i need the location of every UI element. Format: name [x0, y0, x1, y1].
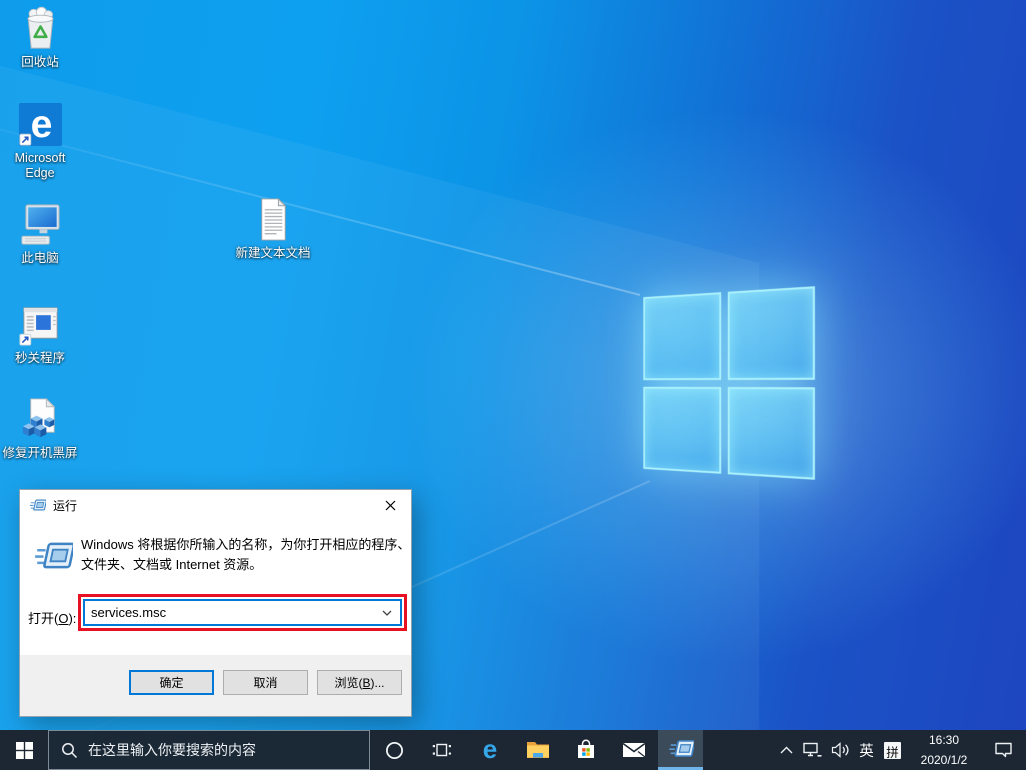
desktop-icon-label: 此电脑: [21, 251, 59, 265]
svg-text:e: e: [30, 103, 52, 146]
close-icon[interactable]: [369, 491, 411, 520]
registry-file-icon: [22, 397, 55, 438]
search-icon: [62, 742, 78, 758]
desktop-icon-quick-close-app[interactable]: 秒关程序: [1, 301, 79, 366]
system-tray: 英 拼 16:30 2020/1/2: [773, 730, 1024, 770]
run-dialog-footer: 确定 取消 浏览(B)...: [20, 655, 411, 716]
run-icon: [668, 740, 694, 757]
taskbar: 在这里输入你要搜索的内容 e 英 拼 16:30 2020/1/2: [0, 730, 1026, 770]
action-center-icon: [994, 742, 1012, 758]
text-document-icon: [260, 197, 286, 241]
clock-date: 2020/1/2: [920, 753, 968, 767]
volume-button[interactable]: [826, 730, 854, 770]
network-status-button[interactable]: [799, 730, 826, 770]
run-icon: [29, 499, 46, 511]
search-placeholder: 在这里输入你要搜索的内容: [88, 742, 256, 758]
run-dialog-title: 运行: [53, 498, 78, 513]
cancel-button[interactable]: 取消: [223, 670, 308, 695]
run-dialog-titlebar: 运行: [20, 490, 411, 520]
network-icon: [803, 742, 822, 757]
run-command-combobox[interactable]: services.msc: [83, 599, 402, 626]
show-hidden-icons-button[interactable]: [773, 730, 799, 770]
open-label: 打开(O):: [28, 611, 77, 626]
edge-icon: e: [18, 102, 62, 146]
ok-button[interactable]: 确定: [129, 670, 214, 695]
desktop-icon-fix-boot-black-screen[interactable]: 修复开机黑屏: [1, 396, 79, 461]
cortana-icon: [385, 741, 403, 759]
taskbar-search-box[interactable]: 在这里输入你要搜索的内容: [48, 730, 370, 770]
red-highlight-annotation: services.msc: [78, 594, 407, 631]
speaker-icon: [831, 742, 849, 758]
file-explorer-icon: [527, 742, 549, 758]
run-taskbar-button[interactable]: [658, 730, 703, 770]
ime-mode-badge: 拼: [884, 741, 901, 760]
run-icon: [33, 542, 73, 569]
ime-mode-indicator[interactable]: 拼: [879, 730, 906, 770]
run-dialog: 运行 Windows 将根据你所输入的名称，为你打开相应的程序、 文件夹、文档或…: [19, 489, 412, 717]
ime-language-indicator[interactable]: 英: [854, 730, 879, 770]
desktop-icon-label: 新建文本文档: [235, 246, 311, 260]
chevron-up-icon: [780, 746, 792, 754]
chevron-down-icon: [374, 601, 400, 624]
run-dialog-description: Windows 将根据你所输入的名称，为你打开相应的程序、 文件夹、文档或 In…: [81, 535, 410, 575]
desktop-icon-label: 修复开机黑屏: [2, 446, 78, 460]
mail-button[interactable]: [610, 730, 658, 770]
taskbar-clock[interactable]: 16:30 2020/1/2: [906, 730, 982, 770]
cortana-button[interactable]: [370, 730, 418, 770]
run-command-value: services.msc: [91, 605, 167, 620]
desktop-icon-label: 回收站: [21, 55, 59, 69]
edge-icon: e: [483, 737, 497, 763]
svg-text:e: e: [483, 737, 497, 763]
recycle-bin-icon: [26, 6, 54, 49]
desktop-icon-label: 秒关程序: [14, 351, 65, 365]
browse-button[interactable]: 浏览(B)...: [317, 670, 402, 695]
description-line-1: Windows 将根据你所输入的名称，为你打开相应的程序、: [81, 537, 411, 552]
app-window-icon: [18, 307, 58, 346]
desktop-icon-microsoft-edge[interactable]: e Microsoft Edge: [1, 101, 79, 181]
windows-logo-wallpaper: [643, 286, 815, 480]
windows-start-icon: [15, 741, 33, 759]
edge-taskbar-button[interactable]: e: [466, 730, 514, 770]
microsoft-store-button[interactable]: [562, 730, 610, 770]
mail-icon: [622, 742, 646, 758]
description-line-2: 文件夹、文档或 Internet 资源。: [81, 557, 263, 572]
action-center-button[interactable]: [982, 730, 1024, 770]
task-view-button[interactable]: [418, 730, 466, 770]
store-icon: [578, 739, 594, 758]
clock-time: 16:30: [928, 733, 960, 747]
desktop-icon-recycle-bin[interactable]: 回收站: [1, 5, 79, 70]
this-pc-icon: [20, 204, 60, 245]
start-button[interactable]: [0, 730, 48, 770]
desktop-icon-new-text-document[interactable]: 新建文本文档: [234, 196, 312, 261]
desktop-icon-label: Microsoft Edge: [14, 151, 66, 180]
file-explorer-button[interactable]: [514, 730, 562, 770]
task-view-icon: [432, 743, 452, 757]
desktop-icon-this-pc[interactable]: 此电脑: [1, 201, 79, 266]
run-dialog-body: Windows 将根据你所输入的名称，为你打开相应的程序、 文件夹、文档或 In…: [20, 520, 411, 657]
